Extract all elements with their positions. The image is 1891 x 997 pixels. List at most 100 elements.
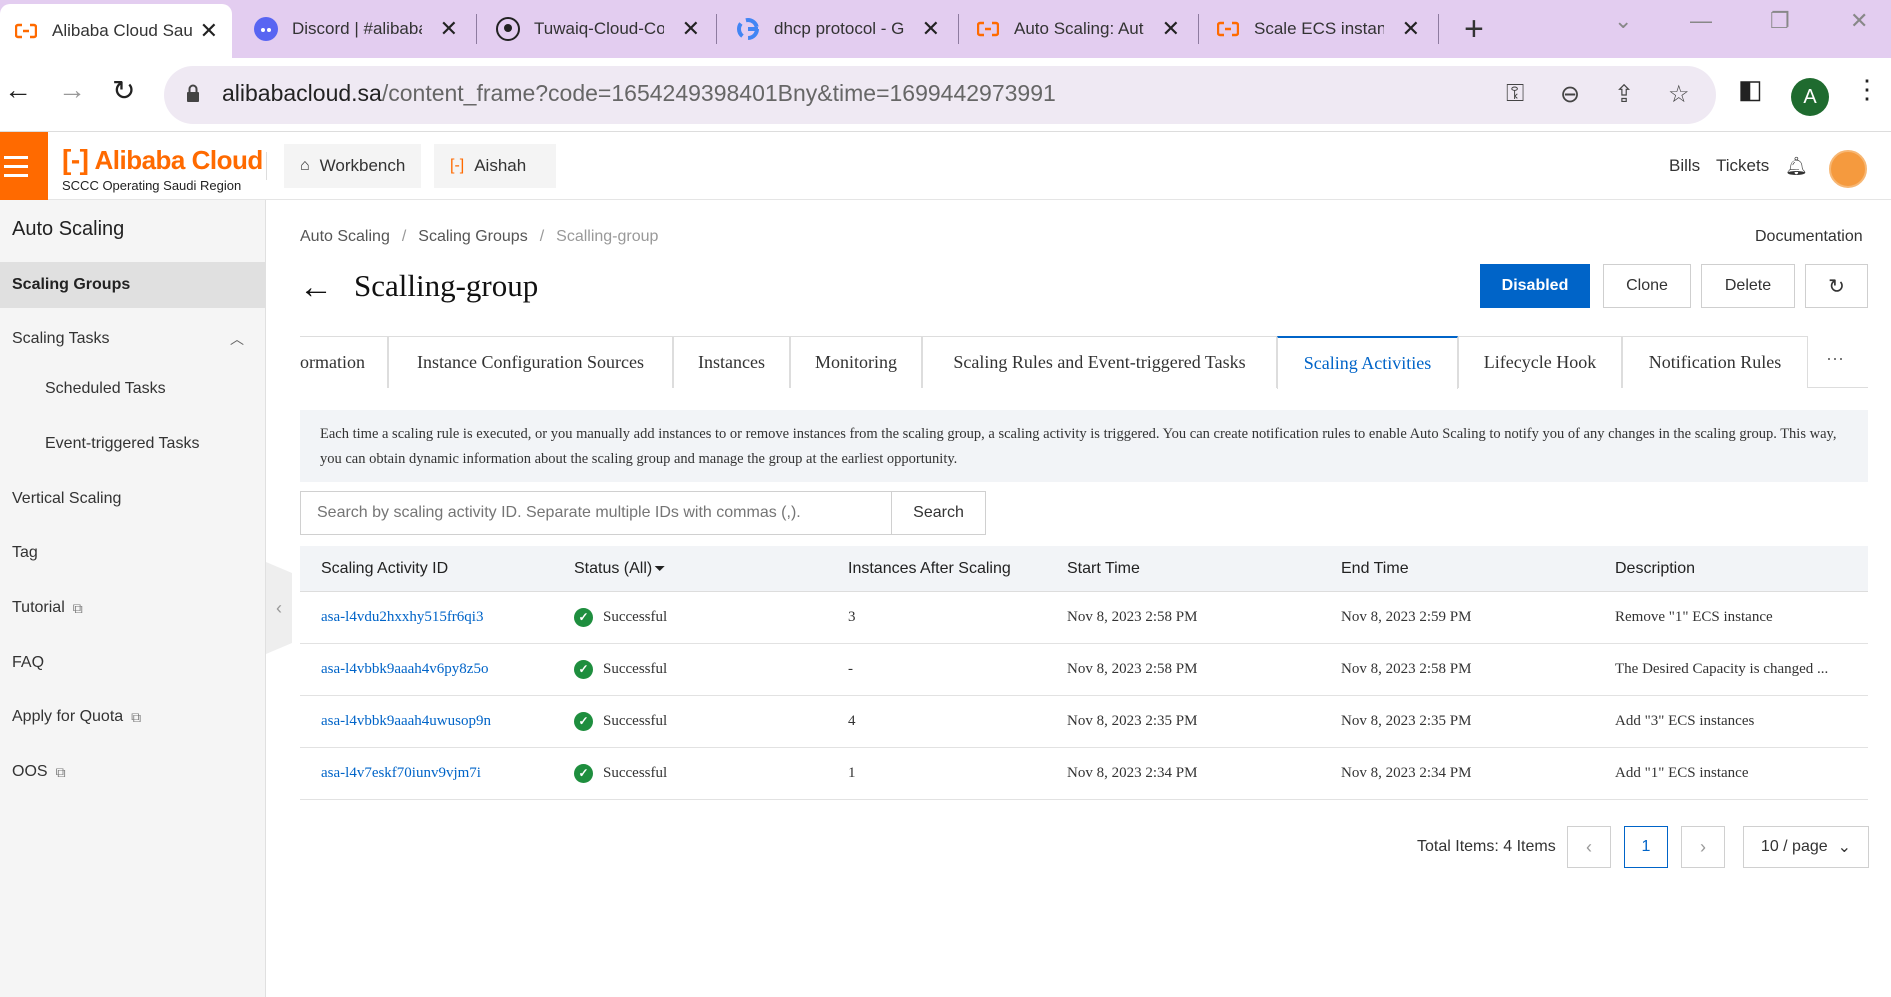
workbench-button[interactable]: ⌂ Workbench <box>284 144 422 188</box>
github-icon <box>496 17 520 41</box>
menu-kebab-icon[interactable]: ⋮ <box>1854 74 1880 105</box>
sidebar-item-scheduled-tasks[interactable]: Scheduled Tasks <box>0 366 266 412</box>
column-header-status[interactable]: Status (All) ⏷ <box>553 560 827 578</box>
back-icon[interactable]: ← <box>4 74 32 106</box>
sidebar-item-faq[interactable]: FAQ <box>0 640 266 686</box>
breadcrumb-item[interactable]: Auto Scaling <box>300 228 390 246</box>
alibaba-cloud-logo[interactable]: [-] Alibaba Cloud SCCC Operating Saudi Re… <box>62 144 263 193</box>
close-tab-icon[interactable]: ✕ <box>1402 16 1420 42</box>
bookmark-star-icon[interactable]: ☆ <box>1668 80 1690 109</box>
google-icon <box>736 17 760 41</box>
activity-id-link[interactable]: asa-l4vbbk9aaah4uwusop9n <box>300 713 553 730</box>
sidebar-item-oos[interactable]: OOS ⧉ <box>0 749 266 795</box>
tab-search-icon[interactable]: ⌄ <box>1614 8 1632 34</box>
start-time-cell: Nov 8, 2023 2:34 PM <box>1067 765 1198 781</box>
close-window-icon[interactable]: ✕ <box>1850 8 1868 34</box>
tab-lifecycle-hook[interactable]: Lifecycle Hook <box>1458 336 1622 388</box>
side-panel-icon[interactable]: ◧ <box>1738 74 1763 105</box>
close-tab-icon[interactable]: ✕ <box>440 16 458 42</box>
tab-instance-configuration-sources[interactable]: Instance Configuration Sources <box>388 336 673 388</box>
column-header: Description <box>1615 559 1696 577</box>
tab-instances[interactable]: Instances <box>673 336 790 388</box>
sidebar-item-tutorial[interactable]: Tutorial ⧉ <box>0 585 266 631</box>
search-input[interactable] <box>301 492 891 534</box>
browser-tab-bar: Alibaba Cloud Sau ✕ Discord | #alibaba ✕… <box>0 0 1891 58</box>
home-icon: ⌂ <box>300 157 310 174</box>
zoom-icon[interactable]: ⊖ <box>1560 80 1580 109</box>
tab-divider <box>958 14 959 44</box>
activity-id-link[interactable]: asa-l4vbbk9aaah4v6py8z5o <box>300 661 553 678</box>
url-text: alibabacloud.sa/content_frame?code=16542… <box>222 80 1056 106</box>
browser-tab[interactable]: Tuwaiq-Cloud-Cor ✕ <box>482 0 714 58</box>
instances-cell: 3 <box>848 609 856 625</box>
page-number-button[interactable]: 1 <box>1624 826 1668 868</box>
sidebar-item-apply-for-quota[interactable]: Apply for Quota ⧉ <box>0 694 266 740</box>
hamburger-menu-icon[interactable] <box>0 132 48 200</box>
share-icon[interactable]: ⇪ <box>1614 80 1634 109</box>
discord-icon <box>254 17 278 41</box>
close-tab-icon[interactable]: ✕ <box>682 16 700 42</box>
back-arrow-icon[interactable]: ← <box>299 268 333 307</box>
next-page-icon[interactable]: › <box>1681 826 1725 868</box>
tab-notification-rules[interactable]: Notification Rules <box>1622 336 1808 388</box>
sidebar-item-scaling-groups[interactable]: Scaling Groups <box>0 262 266 308</box>
end-time-cell: Nov 8, 2023 2:59 PM <box>1341 609 1472 625</box>
search-button[interactable]: Search <box>891 492 985 534</box>
delete-button[interactable]: Delete <box>1701 264 1795 308</box>
refresh-icon[interactable]: ↻ <box>1805 264 1868 308</box>
detail-tabs: ormation Instance Configuration Sources … <box>300 336 1868 389</box>
status-cell: ✓ Successful <box>553 712 827 731</box>
browser-tab[interactable]: Auto Scaling: Auto ✕ <box>962 0 1194 58</box>
documentation-link[interactable]: Documentation <box>1755 228 1863 246</box>
column-header: Scaling Activity ID <box>321 559 449 577</box>
new-tab-icon[interactable]: + <box>1464 10 1484 49</box>
sidebar-item-scaling-tasks[interactable]: Scaling Tasks ︿ <box>0 316 266 362</box>
account-button[interactable]: [-] Aishah <box>434 144 556 188</box>
close-tab-icon[interactable]: ✕ <box>922 16 940 42</box>
browser-tab[interactable]: Discord | #alibaba ✕ <box>240 0 472 58</box>
address-bar[interactable]: alibabacloud.sa/content_frame?code=16542… <box>164 66 1716 124</box>
scaling-activities-table: Scaling Activity ID Status (All) ⏷ Instan… <box>300 546 1868 800</box>
end-time-cell: Nov 8, 2023 2:58 PM <box>1341 661 1472 677</box>
close-tab-icon[interactable]: ✕ <box>1162 16 1180 42</box>
alibaba-icon: [-] <box>450 157 465 174</box>
sidebar-item-vertical-scaling[interactable]: Vertical Scaling <box>0 476 266 522</box>
description-cell: Remove "1" ECS instance <box>1615 609 1773 625</box>
tab-monitoring[interactable]: Monitoring <box>790 336 922 388</box>
tickets-link[interactable]: Tickets <box>1716 156 1769 176</box>
bell-icon[interactable]: 🔔︎ <box>1785 156 1808 177</box>
forward-icon[interactable]: → <box>58 74 86 106</box>
reload-icon[interactable]: ↻ <box>112 74 135 107</box>
prev-page-icon[interactable]: ‹ <box>1567 826 1611 868</box>
activity-id-link[interactable]: asa-l4v7eskf70iunv9vjm7i <box>300 765 553 782</box>
end-time-cell: Nov 8, 2023 2:35 PM <box>1341 713 1472 729</box>
key-icon[interactable]: ⚿ <box>1506 80 1524 108</box>
tab-scaling-activities[interactable]: Scaling Activities <box>1277 336 1458 389</box>
sidebar-item-tag[interactable]: Tag <box>0 530 266 576</box>
browser-tab[interactable]: Alibaba Cloud Sau ✕ <box>0 4 232 58</box>
start-time-cell: Nov 8, 2023 2:58 PM <box>1067 609 1198 625</box>
breadcrumb-item[interactable]: Scaling Groups <box>418 228 527 246</box>
disabled-button[interactable]: Disabled <box>1480 264 1590 308</box>
browser-tab[interactable]: dhcp protocol - Go ✕ <box>722 0 954 58</box>
breadcrumb-current: Scalling-group <box>556 228 659 245</box>
bills-link[interactable]: Bills <box>1669 156 1700 176</box>
browser-tab[interactable]: Scale ECS instance ✕ <box>1202 0 1434 58</box>
clone-button[interactable]: Clone <box>1603 264 1691 308</box>
sidebar-item-event-triggered-tasks[interactable]: Event-triggered Tasks <box>0 421 266 467</box>
user-avatar[interactable] <box>1829 150 1867 188</box>
filter-icon[interactable]: ⏷ <box>654 560 665 576</box>
collapse-sidebar-handle[interactable]: ‹ <box>266 562 292 654</box>
page-size-select[interactable]: 10 / page ⌄ <box>1743 826 1869 868</box>
minimize-icon[interactable]: — <box>1690 8 1712 34</box>
tab-scaling-rules[interactable]: Scaling Rules and Event-triggered Tasks <box>922 336 1277 388</box>
restore-icon[interactable]: ❐ <box>1770 8 1790 34</box>
avatar[interactable]: A <box>1791 78 1829 116</box>
activity-id-link[interactable]: asa-l4vdu2hxxhy515fr6qi3 <box>300 609 553 626</box>
browser-toolbar: ← → ↻ alibabacloud.sa/content_frame?code… <box>0 58 1891 132</box>
more-tabs-icon[interactable]: ··· <box>1826 348 1844 369</box>
table-row: asa-l4v7eskf70iunv9vjm7i ✓ Successful 1 N… <box>300 748 1868 800</box>
close-tab-icon[interactable]: ✕ <box>200 18 218 44</box>
column-header: End Time <box>1341 559 1409 577</box>
tab-basic-information[interactable]: ormation <box>300 336 388 388</box>
